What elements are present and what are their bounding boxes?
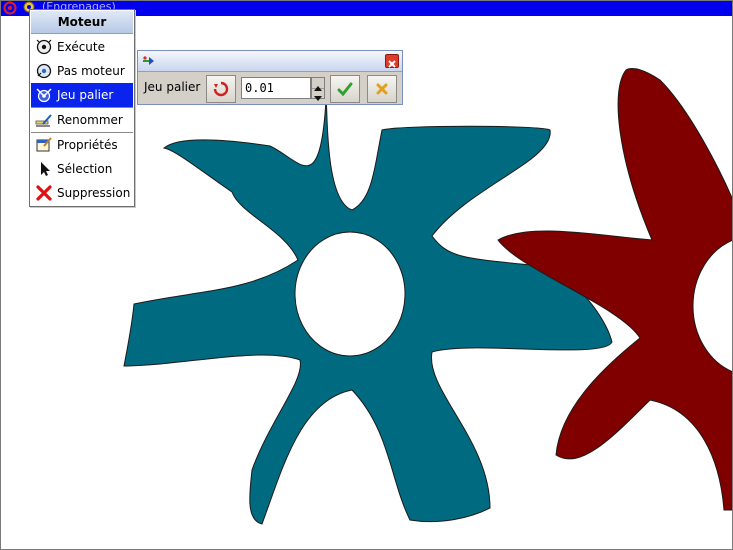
bearing-play-input[interactable]: 0.01 (241, 77, 311, 99)
motor-context-menu: Moteur Exécute Pas moteur Jeu palier Ren… (29, 9, 135, 207)
menu-item-motor-step[interactable]: Pas moteur (31, 59, 133, 83)
validate-check-icon (337, 82, 353, 97)
motor-step-icon (36, 63, 52, 79)
bearing-play-icon (36, 88, 52, 103)
menu-item-label: Sélection (57, 162, 113, 176)
rename-icon (35, 114, 52, 127)
menu-item-label: Suppression (57, 186, 131, 200)
close-icon (388, 60, 396, 68)
spin-down-button[interactable] (312, 89, 324, 101)
value-spinner[interactable] (311, 77, 325, 101)
menu-item-label: Renommer (57, 113, 123, 127)
menu-item-selection[interactable]: Sélection (31, 157, 133, 181)
bearing-play-label: Jeu palier (144, 80, 201, 94)
menu-item-properties[interactable]: Propriétés (31, 133, 133, 157)
dialog-title-bar[interactable] (138, 51, 402, 72)
validate-button[interactable] (330, 75, 360, 103)
refresh-button[interactable] (206, 75, 236, 103)
menu-item-label: Exécute (57, 40, 105, 54)
properties-icon (36, 137, 52, 152)
menu-item-bearing-play[interactable]: Jeu palier (31, 83, 133, 107)
pin-icon[interactable] (142, 55, 156, 67)
spin-up-button[interactable] (312, 78, 324, 91)
cursor-arrow-icon (41, 162, 50, 176)
bearing-play-dialog: Jeu palier 0.01 (137, 50, 403, 105)
app-logo-icon (3, 1, 17, 15)
application-window: (Engrenages) Moteur Exécute Pas moteur J… (0, 0, 733, 550)
refresh-icon (213, 81, 229, 97)
arrow-down-icon (314, 96, 322, 101)
cancel-button[interactable] (367, 75, 397, 103)
left-gear[interactable] (123, 99, 613, 525)
menu-item-label: Propriétés (57, 138, 118, 152)
menu-header: Moteur (31, 11, 133, 34)
dialog-close-button[interactable] (385, 54, 399, 68)
cancel-x-icon (376, 83, 388, 95)
delete-x-icon (36, 185, 52, 201)
menu-item-delete[interactable]: Suppression (31, 181, 133, 205)
run-motor-icon (36, 39, 52, 55)
menu-item-label: Jeu palier (57, 88, 114, 102)
menu-item-execute[interactable]: Exécute (31, 35, 133, 59)
menu-item-rename[interactable]: Renommer (31, 108, 133, 132)
menu-item-label: Pas moteur (57, 64, 125, 78)
